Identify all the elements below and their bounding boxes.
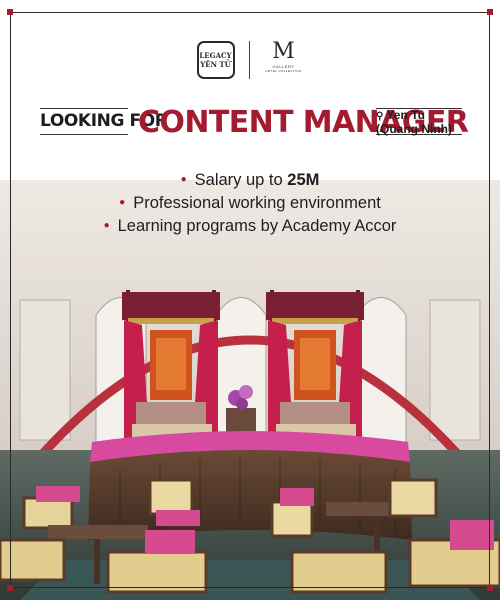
legacy-logo-line2: YÊN TỬ	[200, 60, 231, 69]
benefit-item: ● Learning programs by Academy Accor	[60, 216, 440, 239]
map-pin-icon: ⚲	[376, 111, 384, 122]
logo-divider	[248, 41, 250, 79]
legacy-yen-tu-logo: LEGACY YÊN TỬ	[196, 41, 235, 79]
headline: LOOKING FOR CONTENT MANAGER ⚲ Yen Tu (Qu…	[0, 104, 500, 144]
benefits-list: ● Salary up to 25M ● Professional working …	[60, 170, 440, 239]
benefit-salary-amount: 25M	[287, 171, 320, 189]
corner-accent-top-left	[7, 9, 13, 15]
mgallery-logo: M GALLERY HOTEL COLLECTION	[264, 40, 304, 80]
benefit-salary-text: Salary up to	[194, 171, 288, 189]
bullet-icon: ●	[180, 174, 187, 185]
corner-accent-top-right	[487, 9, 493, 15]
headline-rule-top-left	[40, 108, 128, 109]
mgallery-line2: HOTEL COLLECTION	[265, 69, 302, 73]
bullet-icon: ●	[103, 220, 110, 231]
mgallery-mark: M	[272, 39, 295, 64]
location-line2: (Quang Ninh)	[376, 122, 452, 136]
corner-accent-bottom-right	[487, 585, 493, 591]
benefit-item: ● Salary up to 25M	[60, 170, 440, 193]
benefit-learning: Learning programs by Academy Accor	[117, 217, 397, 235]
location-line1: Yen Tu	[386, 108, 425, 122]
corner-accent-bottom-left	[7, 585, 13, 591]
headline-rule-bottom-left	[40, 134, 128, 135]
benefit-environment: Professional working environment	[133, 194, 381, 212]
bullet-icon: ●	[119, 197, 126, 208]
benefit-item: ● Professional working environment	[60, 193, 440, 216]
job-ad-poster: LEGACY YÊN TỬ M GALLERY HOTEL COLLECTION…	[0, 0, 500, 600]
job-location: ⚲ Yen Tu (Quang Ninh)	[376, 109, 452, 136]
brand-logos: LEGACY YÊN TỬ M GALLERY HOTEL COLLECTION	[0, 38, 500, 82]
legacy-logo-line1: LEGACY	[199, 51, 232, 60]
